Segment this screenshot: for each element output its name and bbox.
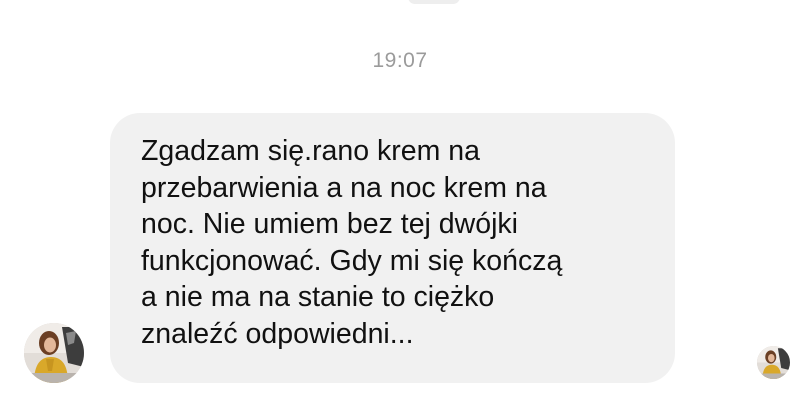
read-receipt-avatar: [757, 346, 790, 379]
previous-message-edge: [408, 0, 460, 4]
message-bubble[interactable]: Zgadzam się.rano krem na przebarwienia a…: [110, 113, 675, 383]
read-receipt-avatar-icon: [757, 346, 790, 379]
sender-avatar[interactable]: [24, 323, 84, 383]
message-timestamp: 19:07: [372, 49, 428, 72]
profile-photo-icon: [24, 323, 84, 383]
message-text: Zgadzam się.rano krem na przebarwienia a…: [141, 135, 563, 350]
